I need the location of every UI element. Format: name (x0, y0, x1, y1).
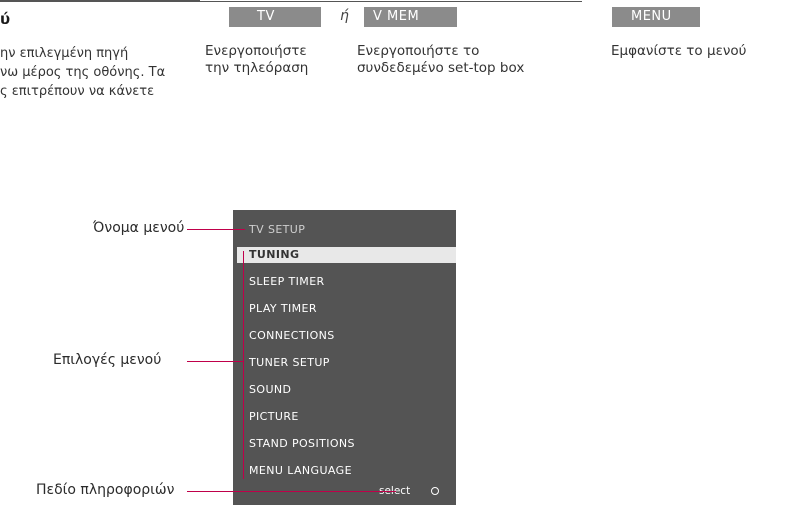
intro-line: ην επιλεγμένη πηγή (0, 46, 129, 61)
menu-item-sound[interactable]: SOUND (249, 383, 291, 396)
header-rule-right (0, 1, 582, 2)
menu-key: MENU (612, 7, 700, 27)
callout-menu-name: Όνομα μενού (93, 220, 185, 236)
callout-menu-options: Επιλογές μενού (53, 352, 162, 368)
leader-menu-name (187, 229, 245, 230)
callout-info-field: Πεδίο πληροφοριών (36, 482, 175, 498)
menu-item-menu-language[interactable]: MENU LANGUAGE (249, 464, 352, 477)
step-tv-line: την τηλεόραση (205, 60, 309, 76)
leader-info-field (187, 491, 396, 492)
vmem-key: V MEM (364, 7, 457, 27)
section-heading: ύ (0, 10, 11, 28)
tv-menu-panel: TV SETUP TUNING SLEEP TIMER PLAY TIMER C… (233, 210, 456, 505)
menu-item-connections[interactable]: CONNECTIONS (249, 329, 335, 342)
intro-line: νω μέρος της οθόνης. Τα (0, 65, 166, 80)
menu-item-tuning[interactable]: TUNING (249, 248, 299, 261)
menu-title: TV SETUP (249, 223, 306, 236)
leader-options-bracket (243, 251, 244, 479)
step-tv-line: Ενεργοποιήστε (205, 43, 307, 59)
menu-item-picture[interactable]: PICTURE (249, 410, 299, 423)
leader-menu-options (187, 361, 244, 362)
intro-line: ς επιτρέπουν να κάνετε (0, 84, 155, 99)
menu-item-tuner-setup[interactable]: TUNER SETUP (249, 356, 330, 369)
step-vmem-line: Ενεργοποιήστε το (357, 43, 480, 59)
menu-item-sleep-timer[interactable]: SLEEP TIMER (249, 275, 325, 288)
menu-item-stand-positions[interactable]: STAND POSITIONS (249, 437, 355, 450)
select-button-icon (431, 487, 439, 495)
menu-item-play-timer[interactable]: PLAY TIMER (249, 302, 317, 315)
or-connector: ή (340, 8, 349, 24)
tv-key: TV (229, 7, 321, 27)
step-menu-line: Εμφανίστε το μενού (611, 43, 747, 59)
step-vmem-line: συνδεδεμένο set-top box (357, 60, 525, 76)
